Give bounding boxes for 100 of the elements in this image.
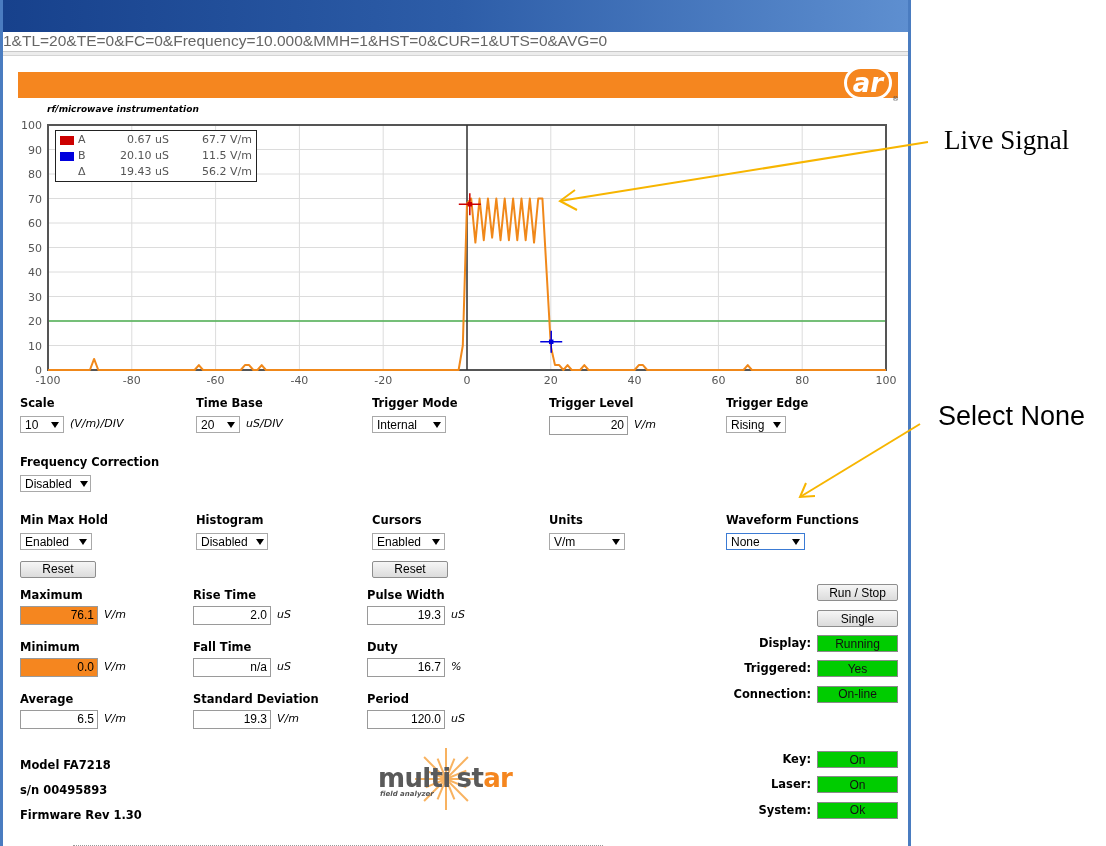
field-label: Period bbox=[367, 692, 410, 707]
action-button[interactable]: Single bbox=[817, 610, 898, 627]
status-indicator: On bbox=[817, 751, 898, 769]
field-label: Standard Deviation bbox=[193, 692, 320, 707]
dropdown[interactable]: Disabled bbox=[196, 533, 268, 550]
axis-tick-label: 80 bbox=[795, 374, 810, 387]
unit-label: % bbox=[451, 659, 462, 676]
unit-label: uS bbox=[277, 659, 291, 676]
device-info: s/n 00495893 bbox=[20, 782, 109, 798]
legend-label: A bbox=[78, 131, 87, 148]
caret-icon bbox=[51, 421, 59, 428]
action-button[interactable]: Run / Stop bbox=[817, 584, 898, 601]
axis-tick-label: 100 bbox=[875, 374, 897, 387]
cursor-marker bbox=[539, 330, 563, 354]
axis-tick-label: -80 bbox=[122, 374, 141, 387]
dropdown[interactable]: 10 bbox=[20, 416, 64, 433]
axis-tick-label: -60 bbox=[206, 374, 225, 387]
brand-logo: ar bbox=[843, 66, 892, 100]
readout-field: 19.3 bbox=[367, 606, 445, 625]
field-label: Time Base bbox=[196, 396, 264, 411]
status-indicator: Yes bbox=[817, 660, 898, 678]
cursor-marker bbox=[458, 192, 482, 216]
field-label: Frequency Correction bbox=[20, 455, 161, 470]
unit-label: V/m bbox=[277, 711, 299, 728]
field-label: Rise Time bbox=[193, 588, 257, 603]
readout-field: 120.0 bbox=[367, 710, 445, 729]
legend-label: B bbox=[78, 147, 87, 164]
status-indicator: On bbox=[817, 776, 898, 794]
field-label: Trigger Level bbox=[549, 396, 635, 411]
readout-field: 2.0 bbox=[193, 606, 271, 625]
legend-time: 0.67 uS bbox=[126, 131, 169, 148]
field-label: Trigger Mode bbox=[372, 396, 459, 411]
dropdown[interactable]: V/m bbox=[549, 533, 625, 550]
dropdown[interactable]: Rising bbox=[726, 416, 786, 433]
dropdown[interactable]: Disabled bbox=[20, 475, 91, 492]
caret-icon bbox=[227, 421, 235, 428]
field-label: Histogram bbox=[196, 513, 265, 528]
axis-tick-label: 0 bbox=[35, 364, 42, 377]
field-label: Fall Time bbox=[193, 640, 253, 655]
status-label: Connection: bbox=[733, 685, 811, 703]
axis-tick-label: 100 bbox=[21, 119, 42, 132]
field-label: Waveform Functions bbox=[726, 513, 860, 528]
caret-icon bbox=[612, 538, 620, 545]
axis-tick-label: 60 bbox=[711, 374, 726, 387]
readout-field: 76.1 bbox=[20, 606, 98, 625]
axis-tick-label: -20 bbox=[374, 374, 393, 387]
status-label: Key: bbox=[782, 751, 811, 768]
status-indicator: On-line bbox=[817, 685, 898, 703]
legend-value: 67.7 V/m bbox=[201, 131, 252, 148]
dropdown[interactable]: 20 bbox=[196, 416, 240, 433]
action-button[interactable]: Reset bbox=[20, 560, 96, 578]
field-label: Units bbox=[549, 513, 584, 528]
axis-tick-label: 90 bbox=[28, 143, 42, 157]
callout-text: Select None bbox=[938, 400, 1087, 432]
action-button[interactable]: Reset bbox=[372, 560, 448, 578]
unit-label: V/m bbox=[104, 607, 126, 624]
tagline: rf/microwave instrumentation bbox=[47, 103, 200, 115]
axis-tick-label: 30 bbox=[28, 290, 42, 304]
field-label: Duty bbox=[367, 640, 399, 655]
device-info: Firmware Rev 1.30 bbox=[20, 807, 143, 823]
status-label: System: bbox=[758, 801, 811, 819]
legend-value: 11.5 V/m bbox=[201, 147, 252, 164]
unit-label: uS bbox=[277, 607, 291, 624]
axis-tick-label: 0 bbox=[463, 374, 471, 387]
readout-field: 19.3 bbox=[193, 710, 271, 729]
field-label: Trigger Edge bbox=[726, 396, 810, 411]
unit-label: V/m bbox=[104, 711, 126, 728]
caret-icon bbox=[79, 480, 88, 487]
unit-label: uS bbox=[451, 607, 465, 624]
axis-tick-label: -100 bbox=[35, 374, 61, 387]
dropdown[interactable]: Enabled bbox=[20, 533, 92, 550]
caret-icon bbox=[433, 421, 441, 428]
axis-tick-label: 80 bbox=[28, 168, 42, 181]
caret-icon bbox=[773, 421, 781, 428]
legend-time: 20.10 uS bbox=[119, 147, 169, 164]
dropdown[interactable]: Enabled bbox=[372, 533, 445, 550]
field-label: Minimum bbox=[20, 640, 81, 655]
dropdown[interactable]: None bbox=[726, 533, 805, 550]
status-label: Display: bbox=[759, 635, 811, 652]
caret-icon bbox=[255, 538, 264, 545]
status-indicator: Running bbox=[817, 635, 898, 653]
status-label: Triggered: bbox=[744, 660, 811, 678]
axis-tick-label: 40 bbox=[28, 266, 42, 279]
status-label: Laser: bbox=[771, 776, 811, 794]
readout-field: 6.5 bbox=[20, 710, 98, 729]
axis-tick-label: 50 bbox=[28, 241, 42, 255]
dropdown[interactable]: Internal bbox=[372, 416, 446, 433]
readout-field: 0.0 bbox=[20, 658, 98, 677]
readout-field: n/a bbox=[193, 658, 271, 677]
axis-tick-label: 40 bbox=[627, 374, 642, 387]
legend-value: 56.2 V/m bbox=[201, 163, 252, 180]
unit-label: (V/m)/DIV bbox=[70, 416, 124, 433]
caret-icon bbox=[792, 538, 800, 545]
caret-icon bbox=[432, 538, 440, 545]
caret-icon bbox=[79, 538, 87, 545]
input-field[interactable]: 20 bbox=[549, 416, 628, 435]
unit-label: uS bbox=[451, 711, 465, 728]
status-indicator: Ok bbox=[817, 801, 898, 819]
field-label: Average bbox=[20, 692, 75, 707]
axis-tick-label: -40 bbox=[290, 374, 309, 387]
